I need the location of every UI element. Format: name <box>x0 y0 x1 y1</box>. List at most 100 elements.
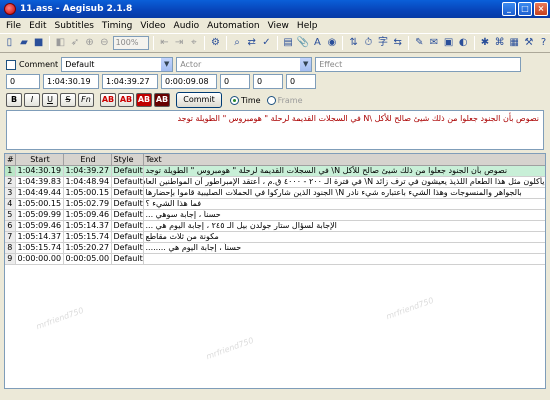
header-start[interactable]: Start <box>15 154 64 166</box>
row-text: حسناً ، إجابة اليوم هي ........ <box>143 242 545 254</box>
row-end: 1:05:15.74 <box>63 231 112 243</box>
save-icon[interactable]: ■ <box>32 36 45 50</box>
underline-button[interactable]: U <box>42 93 58 107</box>
table-row[interactable]: 1 1:04:30.19 1:04:39.27 Default نصوص بأن… <box>5 165 545 177</box>
resample-icon[interactable]: ⇅ <box>347 36 360 50</box>
aegisub-app-icon[interactable] <box>4 3 16 15</box>
menu-subtitles[interactable]: Subtitles <box>51 21 98 31</box>
secondary-color-button[interactable]: AB <box>118 93 134 107</box>
chevron-down-icon[interactable]: ▼ <box>161 58 173 71</box>
row-number: 1 <box>5 165 16 177</box>
start-time-field[interactable]: 1:04:30.19 <box>43 74 99 89</box>
row-end: 1:05:20.27 <box>63 242 112 254</box>
menu-audio[interactable]: Audio <box>170 21 204 31</box>
style-select[interactable]: Default ▼ <box>61 57 174 72</box>
primary-color-button[interactable]: AB <box>100 93 116 107</box>
options-icon[interactable]: ✱ <box>479 36 492 50</box>
subtitle-text-editor[interactable]: نصوص بأن الجنود جعلوا من ذلك شيئ صالح لل… <box>6 110 544 150</box>
open-video-icon[interactable]: ◧ <box>54 36 67 50</box>
time-radio-label: Time <box>241 95 261 105</box>
shadow-color-button[interactable]: AB <box>154 93 170 107</box>
automation-icon[interactable]: ⚙ <box>209 36 222 50</box>
help-icon[interactable]: ? <box>537 36 550 50</box>
outline-color-button[interactable]: AB <box>136 93 152 107</box>
table-row[interactable]: 6 1:05:09.46 1:05:14.37 Default الإجابة … <box>5 220 545 232</box>
header-style[interactable]: Style <box>111 154 144 166</box>
snap-icon[interactable]: ⌖ <box>187 36 200 50</box>
minimize-button[interactable]: _ <box>502 2 516 16</box>
color-picker-icon[interactable]: ◐ <box>457 36 470 50</box>
attachments-icon[interactable]: 📎 <box>296 36 309 50</box>
translation-assistant-icon[interactable]: ✉ <box>428 36 441 50</box>
table-row[interactable]: 3 1:04:49.44 1:05:00.15 Default بالجواهر… <box>5 187 545 199</box>
menu-video[interactable]: Video <box>136 21 169 31</box>
menu-bar: File Edit Subtitles Timing Video Audio A… <box>0 18 550 33</box>
timing-postprocessor-icon[interactable]: ⏱ <box>362 36 375 50</box>
menu-help[interactable]: Help <box>293 21 322 31</box>
zoom-select[interactable]: 100% <box>112 36 150 50</box>
time-radio[interactable] <box>230 95 239 105</box>
replace-icon[interactable]: ⇄ <box>245 36 258 50</box>
table-row[interactable]: 9 0:00:00.00 0:00:05.00 Default <box>5 253 545 265</box>
commit-button[interactable]: Commit <box>176 92 222 108</box>
margin-right-field[interactable]: 0 <box>253 74 283 89</box>
styles-manager-icon[interactable]: ◉ <box>326 36 339 50</box>
menu-automation[interactable]: Automation <box>203 21 263 31</box>
find-icon[interactable]: ⌕ <box>231 36 244 50</box>
toolbar-separator <box>407 36 409 50</box>
subtitle-grid[interactable]: # Start End Style Text 1 1:04:30.19 1:04… <box>4 153 546 389</box>
new-file-icon[interactable]: ▯ <box>3 36 16 50</box>
table-row[interactable]: 7 1:05:14.37 1:05:15.74 Default مكونة من… <box>5 231 545 243</box>
grid-icon[interactable]: ▦ <box>508 36 521 50</box>
properties-icon[interactable]: ▤ <box>282 36 295 50</box>
jump-to-end-icon[interactable]: ⇥ <box>173 36 186 50</box>
margin-vertical-field[interactable]: 0 <box>286 74 316 89</box>
menu-file[interactable]: File <box>2 21 25 31</box>
header-number[interactable]: # <box>5 154 16 166</box>
row-end: 1:04:48.94 <box>63 176 112 188</box>
menu-timing[interactable]: Timing <box>98 21 136 31</box>
strikeout-button[interactable]: S <box>60 93 76 107</box>
bold-button[interactable]: B <box>6 93 22 107</box>
open-file-icon[interactable]: ▰ <box>18 36 31 50</box>
shift-times-icon[interactable]: ⇆ <box>391 36 404 50</box>
layer-field[interactable]: 0 <box>6 74 40 89</box>
table-row[interactable]: 2 1:04:39.83 1:04:48.94 Default يأكلون م… <box>5 176 545 188</box>
grid-header-row: # Start End Style Text <box>5 154 545 166</box>
fonts-collector-icon[interactable]: A <box>311 36 324 50</box>
tools-icon[interactable]: ⚒ <box>523 36 536 50</box>
table-row[interactable]: 8 1:05:15.74 1:05:20.27 Default حسناً ، … <box>5 242 545 254</box>
end-time-field[interactable]: 1:04:39.27 <box>102 74 158 89</box>
jump-icon[interactable]: ➶ <box>69 36 82 50</box>
italic-button[interactable]: I <box>24 93 40 107</box>
header-end[interactable]: End <box>63 154 112 166</box>
close-button[interactable]: × <box>534 2 548 16</box>
zoom-in-icon[interactable]: ⊕ <box>83 36 96 50</box>
margin-left-field[interactable]: 0 <box>220 74 250 89</box>
zoom-out-icon[interactable]: ⊖ <box>98 36 111 50</box>
effect-field[interactable]: Effect <box>315 57 522 72</box>
row-number: 8 <box>5 242 16 254</box>
font-button[interactable]: Fn <box>78 93 94 107</box>
hotkeys-icon[interactable]: ⌘ <box>493 36 506 50</box>
table-row[interactable]: 5 1:05:09.99 1:05:09.46 Default حسناً ، … <box>5 209 545 221</box>
spellcheck-icon[interactable]: ✓ <box>260 36 273 50</box>
jump-to-start-icon[interactable]: ⇤ <box>158 36 171 50</box>
window-title: 11.ass - Aegisub 2.1.8 <box>20 4 133 14</box>
menu-view[interactable]: View <box>264 21 293 31</box>
header-text[interactable]: Text <box>143 154 545 166</box>
table-row[interactable]: 4 1:05:00.15 1:05:02.79 Default فما هذا … <box>5 198 545 210</box>
resolution-icon[interactable]: ▣ <box>442 36 455 50</box>
duration-field[interactable]: 0:00:09.08 <box>161 74 217 89</box>
maximize-button[interactable]: □ <box>518 2 532 16</box>
row-text: نصوص بأن الجنود جعلوا من ذلك شيئ صالح لل… <box>143 165 545 177</box>
menu-edit[interactable]: Edit <box>25 21 50 31</box>
kanji-timer-icon[interactable]: 字 <box>377 36 390 50</box>
actor-field[interactable]: Actor ▼ <box>176 57 313 72</box>
frame-radio[interactable] <box>266 95 276 105</box>
comment-checkbox[interactable] <box>6 59 16 70</box>
styling-assistant-icon[interactable]: ✎ <box>413 36 426 50</box>
toolbar-separator <box>225 36 227 50</box>
row-style: Default <box>111 253 144 265</box>
chevron-down-icon[interactable]: ▼ <box>300 58 312 71</box>
